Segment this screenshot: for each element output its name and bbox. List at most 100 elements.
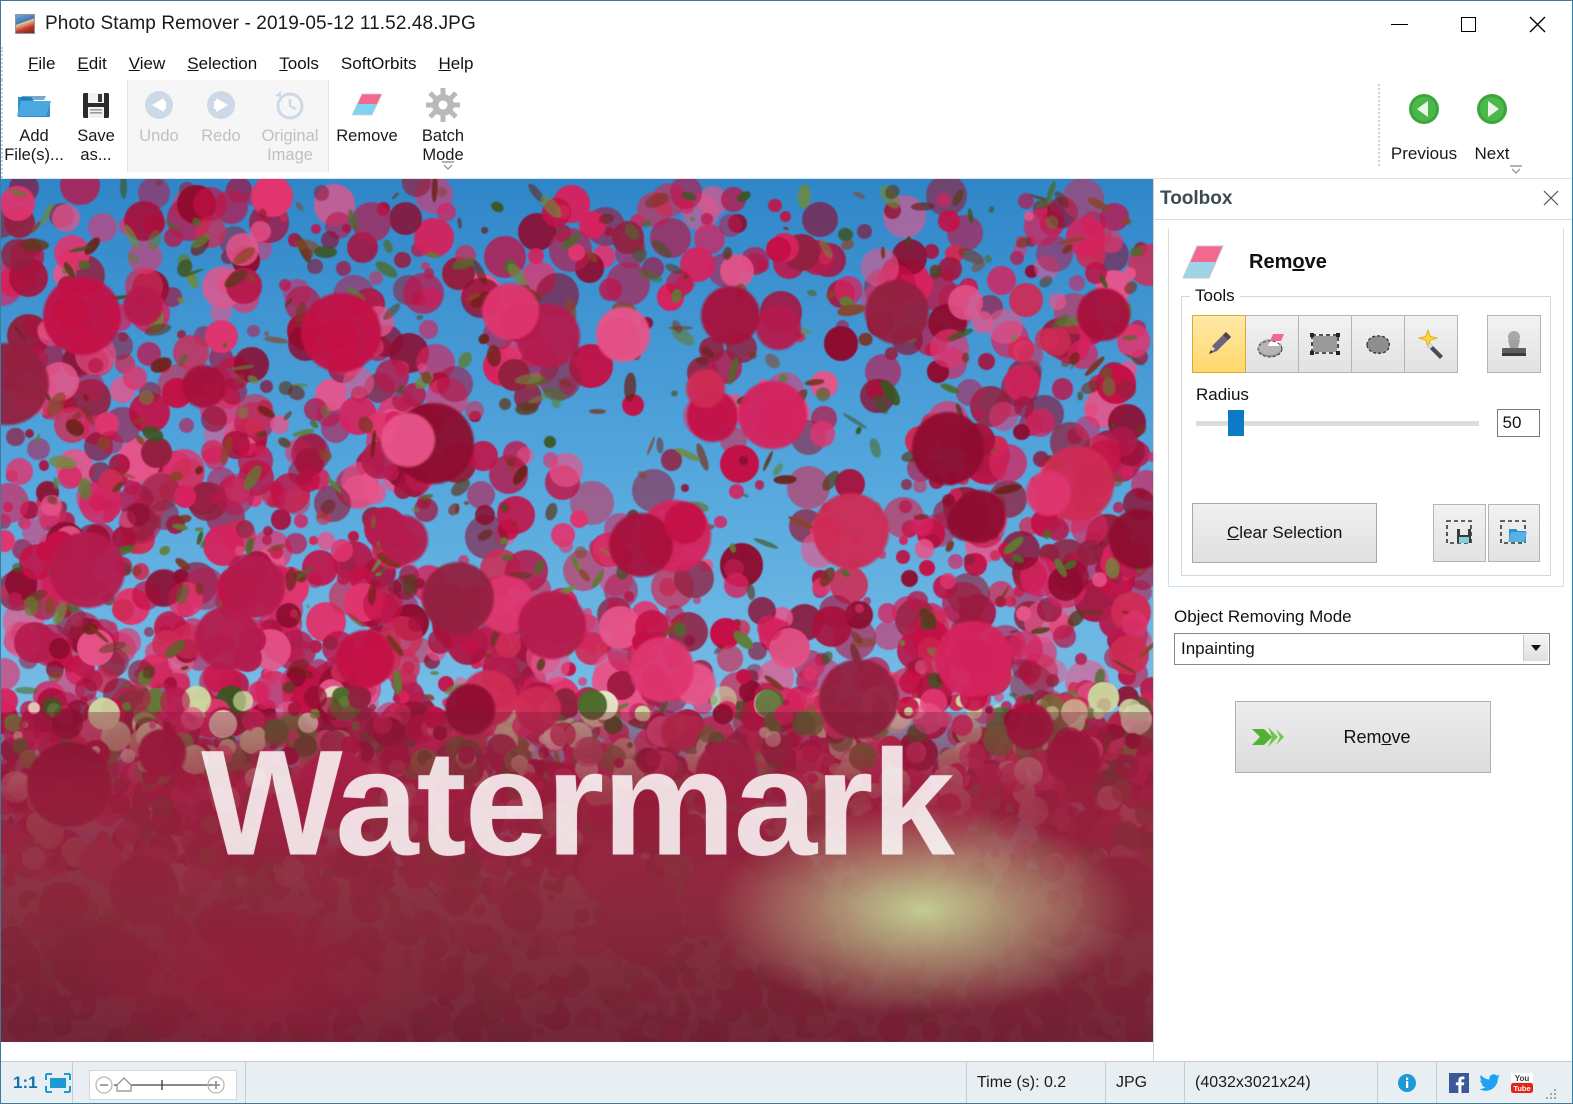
minimize-button[interactable] [1365,1,1434,47]
maximize-button[interactable] [1434,1,1503,47]
green-right-arrow-icon [1477,94,1507,124]
remove-ribbon-label: Remove [336,127,398,145]
save-selection-button[interactable] [1433,504,1486,562]
chevron-down-icon[interactable] [1523,635,1548,661]
green-left-arrow-icon [1409,94,1439,124]
eraser-icon [348,86,386,124]
zoom-ratio-label[interactable]: 1:1 [1,1073,44,1093]
radius-slider[interactable] [1196,410,1479,436]
original-image-button[interactable]: Original Image [252,80,328,168]
green-double-arrow-icon [1252,727,1284,747]
social-links: You Tube [1437,1062,1572,1103]
menu-softorbits[interactable]: SoftOrbits [330,51,428,77]
radius-slider-thumb[interactable] [1228,410,1244,436]
next-button[interactable]: Next [1458,84,1526,166]
floppy-save-icon [79,86,113,124]
resize-grip-icon[interactable] [1544,1087,1558,1101]
open-folder-icon [15,86,53,124]
pencil-icon [1209,332,1231,354]
magic-wand-tool-button[interactable] [1404,315,1458,373]
object-removing-mode-select[interactable]: Inpainting [1174,633,1550,665]
gear-icon [425,86,461,124]
pencil-tool-button[interactable] [1192,315,1246,373]
tools-group-label: Tools [1190,286,1240,306]
add-files-button[interactable]: Add File(s)... [3,80,65,168]
batch-mode-label-line1: Batch [421,127,465,145]
fit-to-window-button[interactable] [44,1072,72,1094]
marquee-icon [1310,333,1340,355]
menu-view[interactable]: View [118,51,177,77]
stamp-eraser-icon [1257,334,1284,358]
next-label: Next [1474,144,1510,163]
window-title: Photo Stamp Remover - 2019-05-12 11.52.4… [45,13,476,34]
save-as-button[interactable]: Save as... [65,80,127,168]
photo-image[interactable]: Watermark [1,179,1153,1042]
twitter-icon[interactable] [1479,1073,1500,1092]
close-icon [1529,16,1546,32]
zoom-home-icon [115,1077,132,1092]
menu-selection[interactable]: Selection [176,51,268,77]
previous-label: Previous [1390,144,1458,163]
zoom-slider[interactable] [88,1070,237,1100]
object-removing-mode-label: Object Removing Mode [1174,607,1352,626]
toolbox-header: Toolbox [1154,179,1572,220]
title-bar: Photo Stamp Remover - 2019-05-12 11.52.4… [1,1,1572,47]
image-canvas[interactable]: Watermark [1,179,1153,1061]
menu-bar: File Edit View Selection Tools SoftOrbit… [1,47,1572,80]
add-files-label-line2: File(s)... [4,146,64,164]
youtube-icon[interactable]: You Tube [1510,1072,1534,1094]
save-as-label-line2: as... [80,146,112,164]
redo-button[interactable]: Redo [190,80,252,168]
menu-tools[interactable]: Tools [268,51,330,77]
ribbon-expander-left-icon[interactable] [440,158,456,170]
rectangle-select-tool-button[interactable] [1298,315,1352,373]
save-as-label-line1: Save [77,127,115,145]
application-window: Photo Stamp Remover - 2019-05-12 11.52.4… [0,0,1573,1104]
menu-edit[interactable]: Edit [66,51,117,77]
eraser-tool-button[interactable] [1245,315,1299,373]
maximize-icon [1461,16,1476,32]
remove-action-row: Remove [1154,701,1572,773]
menu-file[interactable]: File [17,51,66,77]
zoom-ratio-cell: 1:1 [1,1062,73,1103]
clear-selection-button[interactable]: Clear Selection [1192,503,1378,563]
previous-button[interactable]: Previous [1390,84,1458,166]
remove-ribbon-button[interactable]: Remove [329,80,405,168]
lasso-icon [1366,335,1391,354]
magic-wand-icon [1417,328,1443,359]
svg-text:You: You [1515,1074,1530,1083]
selection-actions-row: Clear Selection [1192,503,1540,563]
ribbon-expander-icon[interactable] [1508,162,1524,174]
original-image-label-line1: Original [261,127,319,145]
toolbox-title: Toolbox [1160,188,1233,209]
toolbox-panel: Toolbox Remove Tools Radius 50 C lear Se… [1153,179,1572,1061]
foreground-foliage [1,712,1153,1042]
app-icon [15,14,35,34]
toolbox-close-button[interactable] [1540,187,1562,209]
clone-stamp-tool-button[interactable] [1487,315,1541,373]
remove-button-label: Remove [1343,726,1411,747]
lasso-tool-button[interactable] [1351,315,1405,373]
eraser-icon [1182,245,1224,279]
undo-arrow-icon [141,86,177,124]
original-image-label-line2: Image [267,146,313,164]
dimensions-status: (4032x3021x24) [1185,1062,1378,1103]
load-selection-button[interactable] [1487,504,1540,562]
save-selection-icon [1445,520,1472,544]
close-button[interactable] [1503,1,1572,47]
batch-mode-button[interactable]: Batch Mode [405,80,481,168]
add-files-label-line1: Add [19,127,49,145]
time-status: Time (s): 0.2 [967,1062,1106,1103]
info-button[interactable] [1378,1062,1437,1103]
undo-button[interactable]: Undo [128,80,190,168]
navigation-group: Previous Next [1378,84,1526,166]
tools-row [1192,315,1541,373]
facebook-icon[interactable] [1449,1072,1469,1093]
svg-text:Tube: Tube [1513,1084,1530,1093]
fit-to-window-icon [44,1072,71,1093]
menu-help[interactable]: Help [428,51,485,77]
remove-button[interactable]: Remove [1235,701,1491,773]
tools-groupbox: Tools Radius 50 C lear Selection [1181,286,1551,576]
radius-value-input[interactable]: 50 [1496,409,1540,437]
close-icon [1543,190,1559,206]
